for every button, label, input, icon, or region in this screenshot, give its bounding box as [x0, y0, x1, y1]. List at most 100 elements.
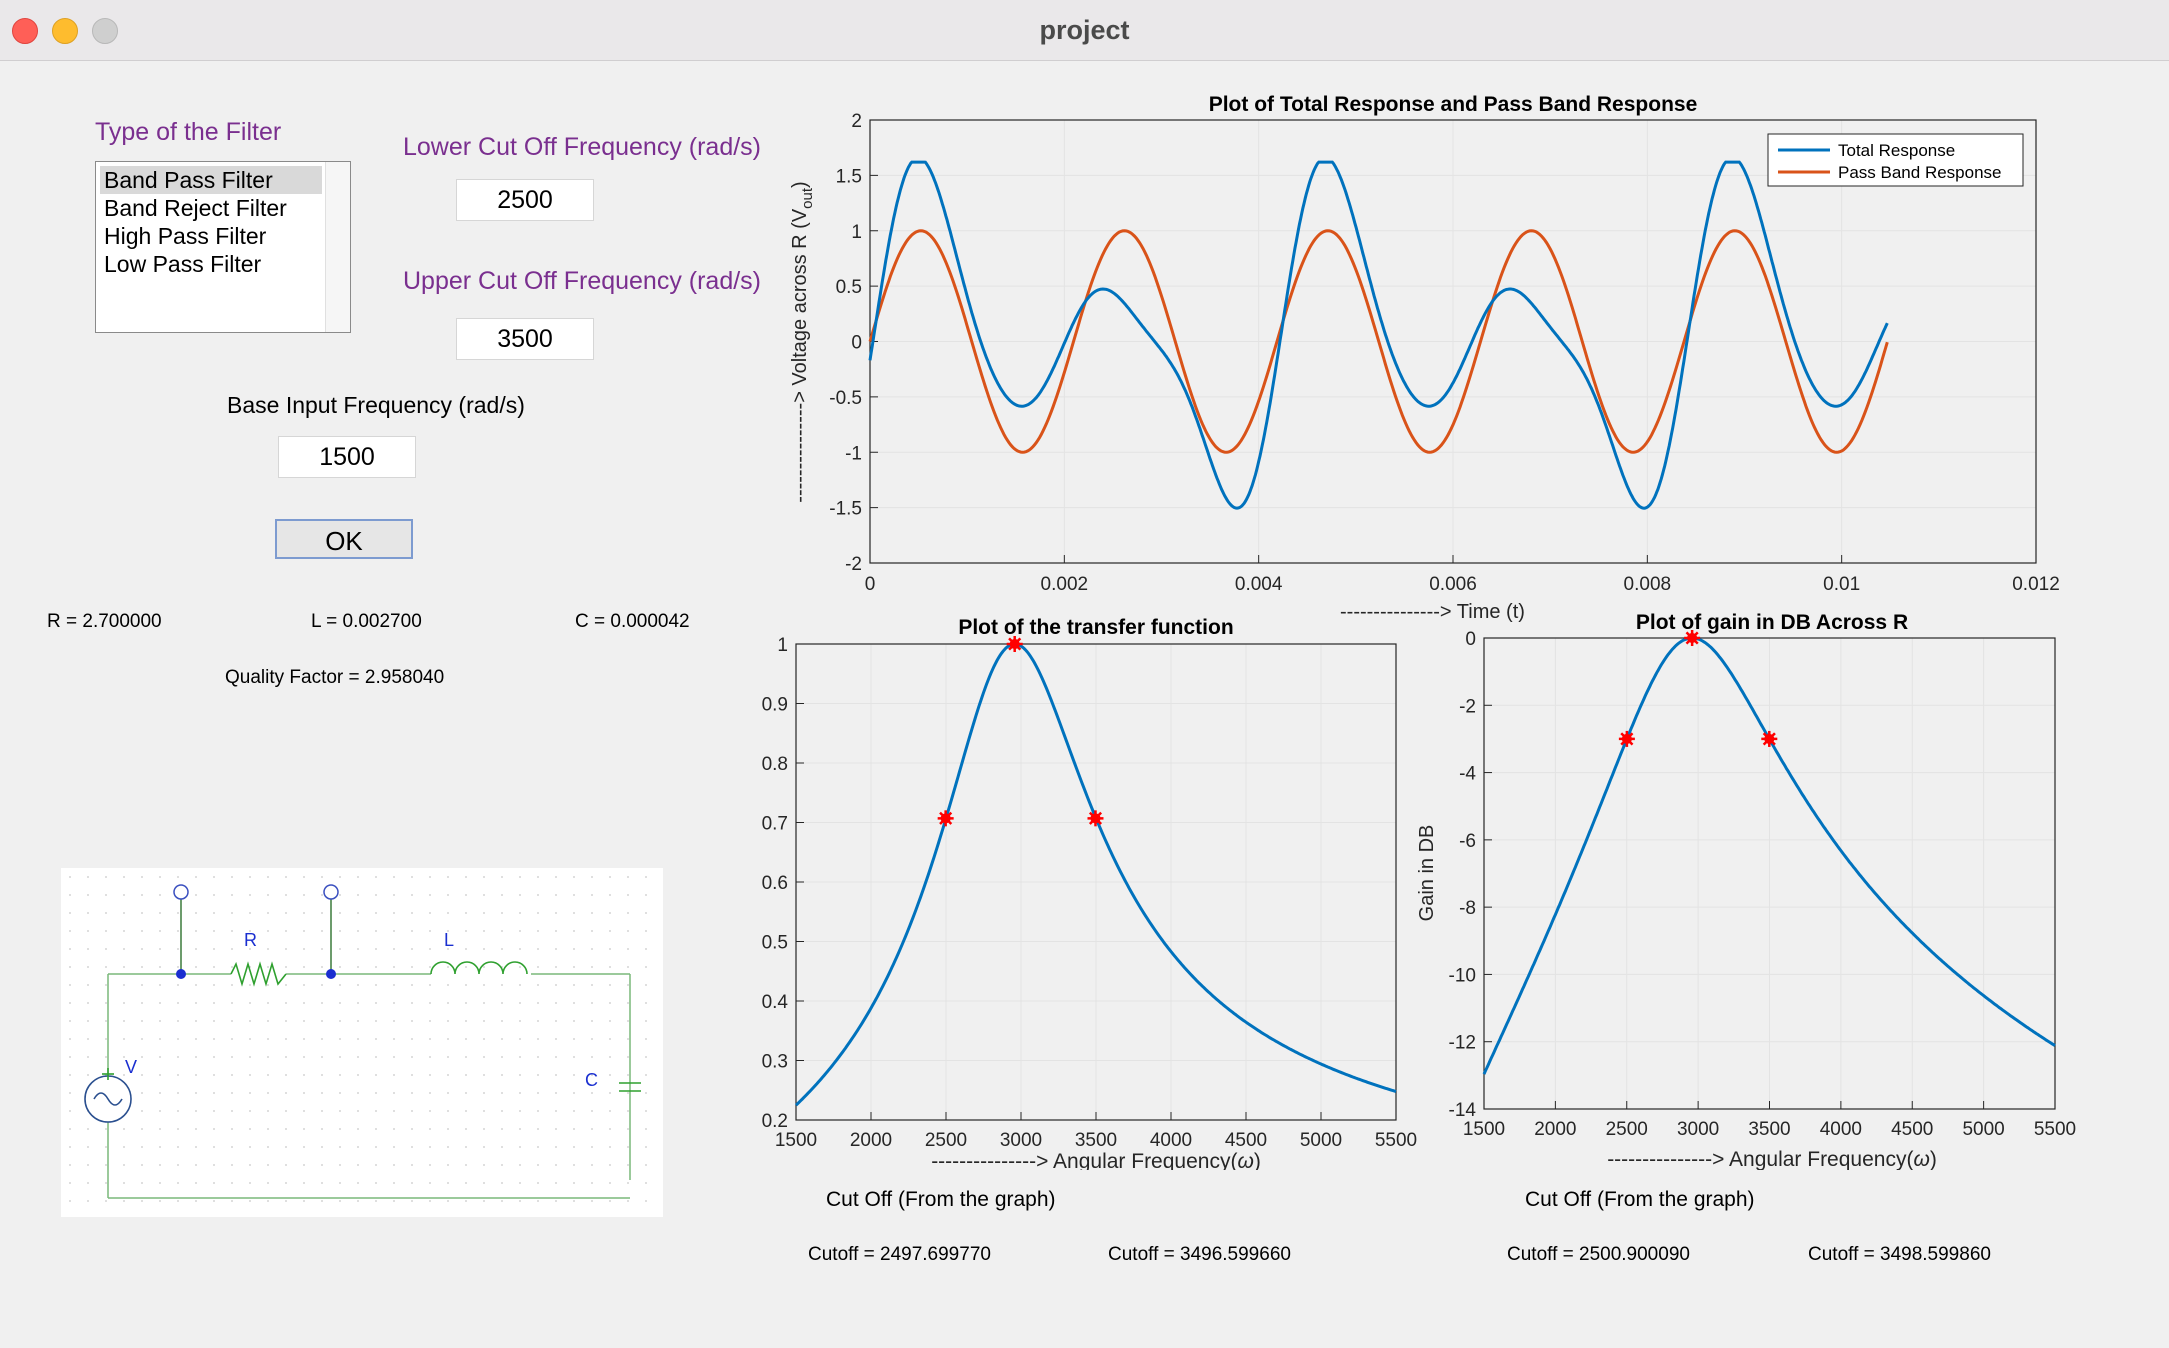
chart2-xlabel: ---------------> Angular Frequency(ω): [931, 1150, 1261, 1170]
x-tick-label: 3000: [1000, 1130, 1042, 1151]
resistor-label: R: [244, 930, 257, 950]
x-tick-label: 0.006: [1429, 574, 1477, 595]
y-tick-label: 0.9: [762, 695, 788, 716]
gain-db-chart: 1500 2000 2500 3000 3500 4000 4500 5000 5500 -14 -…: [1416, 611, 2076, 1170]
y-tick-label: 0: [851, 333, 862, 354]
y-tick-label: -2: [845, 554, 862, 575]
y-tick-label: -0.5: [829, 388, 862, 409]
cutoff-marker-icon: [1087, 810, 1104, 827]
x-tick-label: 3500: [1075, 1130, 1117, 1151]
capacitor-label: C: [585, 1070, 598, 1090]
lower-cutoff-label: Lower Cut Off Frequency (rad/s): [403, 133, 762, 161]
y-tick-label: 0: [1465, 629, 1476, 650]
node-1-icon: [176, 969, 186, 979]
y-tick-label: -14: [1449, 1100, 1477, 1121]
x-tick-label: 0.012: [2012, 574, 2060, 595]
y-tick-label: 1: [851, 222, 862, 243]
y-tick-label: 0.6: [762, 873, 788, 894]
x-tick-label: 0.01: [1823, 574, 1860, 595]
x-tick-label: 2500: [925, 1130, 967, 1151]
y-tick-label: 0.4: [762, 992, 789, 1013]
x-tick-label: 4500: [1225, 1130, 1267, 1151]
series-total-line: [868, 160, 1889, 510]
x-tick-label: 3000: [1677, 1119, 1719, 1140]
x-tick-label: 5000: [1962, 1119, 2004, 1140]
listbox-scrollbar[interactable]: [325, 162, 350, 332]
x-tick-label: 2000: [1534, 1119, 1576, 1140]
window-title: project: [1039, 15, 1130, 45]
y-tick-label: -1: [845, 443, 862, 464]
chart3-xlabel: ---------------> Angular Frequency(ω): [1607, 1148, 1937, 1170]
y-tick-label: 1: [777, 635, 788, 656]
y-tick-label: 1.5: [836, 166, 862, 187]
x-tick-label: 2500: [1606, 1119, 1648, 1140]
circuit-diagram: R L C V: [61, 868, 663, 1217]
x-tick-label: 5000: [1300, 1130, 1342, 1151]
x-tick-label: 0.002: [1041, 574, 1089, 595]
cutoff-title-2: Cut Off (From the graph): [1525, 1188, 1755, 1211]
y-tick-label: -8: [1459, 898, 1476, 919]
l-value-text: L = 0.002700: [311, 611, 422, 632]
cutoff-2a-text: Cutoff = 2500.900090: [1507, 1244, 1690, 1265]
y-tick-label: 0.3: [762, 1052, 788, 1073]
chart1-ylabel: ---------------> Voltage across R (Vout): [789, 181, 816, 502]
base-frequency-label: Base Input Frequency (rad/s): [227, 392, 525, 418]
inductor-label: L: [444, 930, 454, 950]
chart1-legend: Total Response Pass Band Response: [1767, 133, 2024, 187]
x-tick-label: 4000: [1820, 1119, 1862, 1140]
cutoff-2b-text: Cutoff = 3498.599860: [1808, 1244, 1991, 1265]
time-response-chart: 0 0.002 0.004 0.006 0.008 0.01 0.012 -2 -1.5 -1 -0…: [789, 93, 2060, 623]
quality-factor-text: Quality Factor = 2.958040: [225, 667, 445, 688]
y-tick-label: 0.5: [836, 277, 862, 298]
source-label: V: [125, 1057, 137, 1077]
cutoff-marker-icon: [937, 810, 954, 827]
filter-type-label: Type of the Filter: [95, 118, 282, 146]
chart3-ylabel: Gain in DB: [1416, 825, 1438, 922]
lower-cutoff-input[interactable]: 2500: [456, 179, 594, 221]
filter-option-low-pass[interactable]: Low Pass Filter: [100, 250, 322, 278]
upper-cutoff-input[interactable]: 3500: [456, 318, 594, 360]
base-frequency-input[interactable]: 1500: [278, 436, 416, 478]
chart1-title: Plot of Total Response and Pass Band Res…: [1209, 93, 1698, 116]
cutoff-marker-icon: [1618, 730, 1635, 747]
chart3-grid: [1483, 637, 2056, 1110]
x-tick-label: 1500: [775, 1130, 817, 1151]
x-tick-label: 3500: [1748, 1119, 1790, 1140]
transfer-function-chart: 1500 2000 2500 3000 3500 4000 4500 5000 55000.20…: [762, 616, 1418, 1170]
cutoff-title-1: Cut Off (From the graph): [826, 1188, 1056, 1211]
terminal-2-icon: [323, 884, 339, 900]
filter-option-band-pass[interactable]: Band Pass Filter: [100, 166, 322, 194]
title-bar: project: [0, 0, 2169, 61]
node-2-icon: [326, 969, 336, 979]
legend-passband-label: Pass Band Response: [1838, 163, 2002, 182]
chart2-grid: [795, 643, 1397, 1121]
y-tick-label: -1.5: [829, 499, 862, 520]
y-tick-label: -10: [1449, 965, 1476, 986]
x-tick-label: 1500: [1463, 1119, 1505, 1140]
y-tick-label: 0.8: [762, 754, 788, 775]
terminal-1-icon: [173, 884, 189, 900]
filter-option-band-reject[interactable]: Band Reject Filter: [100, 194, 322, 222]
c-value-text: C = 0.000042: [575, 611, 690, 632]
chart3-title: Plot of gain in DB Across R: [1636, 611, 1908, 634]
y-tick-label: 0.7: [762, 814, 788, 835]
cutoff-marker-icon: [1761, 730, 1778, 747]
x-tick-label: 0.004: [1235, 574, 1283, 595]
r-value-text: R = 2.700000: [47, 611, 162, 632]
y-tick-label: 0.5: [762, 933, 788, 954]
x-tick-label: 0: [865, 574, 876, 595]
x-tick-label: 4000: [1150, 1130, 1192, 1151]
y-tick-label: -2: [1459, 696, 1476, 717]
y-tick-label: -4: [1459, 764, 1476, 785]
cutoff-1a-text: Cutoff = 2497.699770: [808, 1244, 991, 1265]
x-tick-label: 5500: [2034, 1119, 2076, 1140]
ok-button[interactable]: OK: [275, 519, 413, 559]
legend-total-label: Total Response: [1838, 141, 1955, 160]
filter-type-listbox[interactable]: Band Pass Filter Band Reject Filter High…: [95, 161, 351, 333]
y-tick-label: 0.2: [762, 1111, 788, 1132]
filter-option-high-pass[interactable]: High Pass Filter: [100, 222, 322, 250]
upper-cutoff-label: Upper Cut Off Frequency (rad/s): [403, 267, 762, 295]
y-tick-label: -12: [1449, 1033, 1476, 1054]
x-tick-label: 0.008: [1624, 574, 1672, 595]
app-window: project Type of the Filter Band Pass Fil…: [0, 0, 2169, 1348]
